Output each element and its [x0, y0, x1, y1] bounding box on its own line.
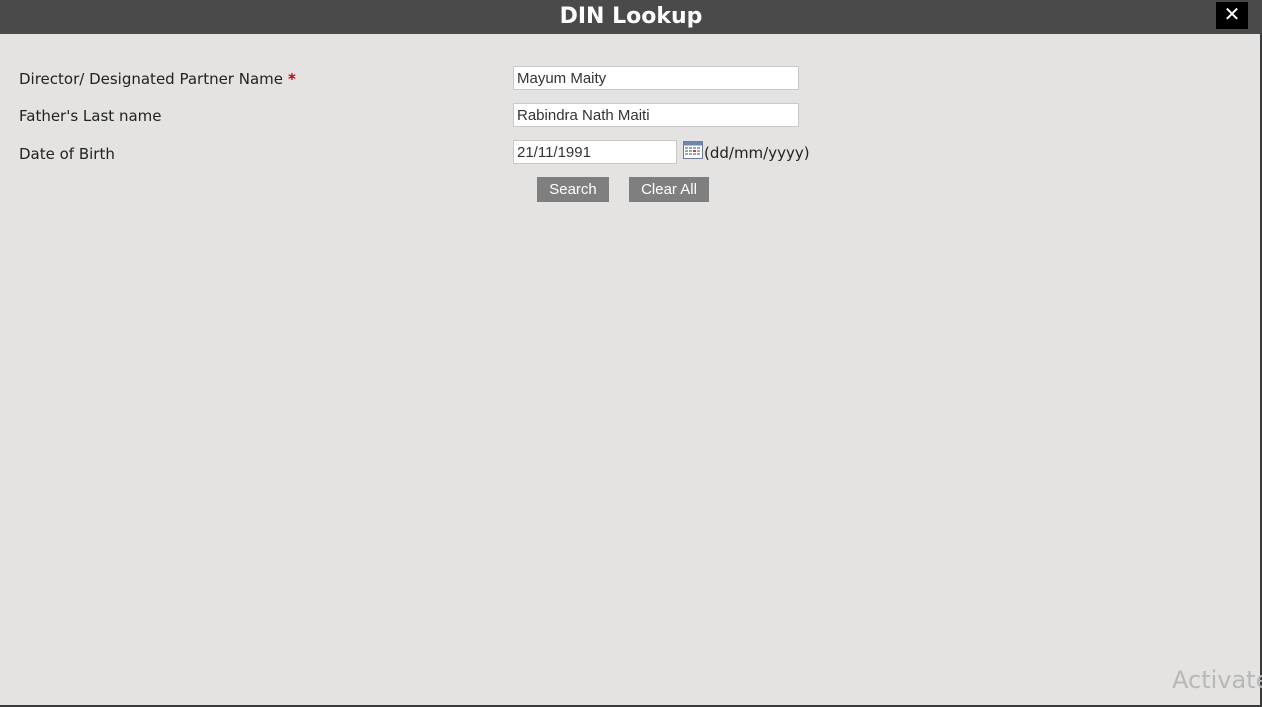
date-format-hint: (dd/mm/yyyy) [704, 144, 810, 162]
director-name-input[interactable] [513, 66, 799, 90]
din-lookup-dialog: DIN Lookup ✕ Director/ Designated Partne… [0, 0, 1262, 707]
clear-all-button[interactable]: Clear All [629, 177, 709, 202]
activation-watermark: Activate [1172, 666, 1262, 694]
date-of-birth-input[interactable] [513, 140, 677, 164]
close-button[interactable]: ✕ [1216, 2, 1248, 29]
date-of-birth-label: Date of Birth [19, 145, 115, 163]
calendar-icon[interactable] [683, 141, 703, 159]
father-last-name-label: Father's Last name [19, 107, 162, 125]
father-last-name-input[interactable] [513, 103, 799, 127]
title-bar: DIN Lookup ✕ [0, 0, 1262, 34]
search-button[interactable]: Search [537, 177, 609, 202]
close-icon: ✕ [1223, 2, 1241, 26]
director-name-label-text: Director/ Designated Partner Name [19, 70, 283, 88]
dialog-title: DIN Lookup [559, 4, 703, 29]
director-name-label: Director/ Designated Partner Name * [19, 70, 296, 88]
required-marker: * [288, 70, 296, 88]
